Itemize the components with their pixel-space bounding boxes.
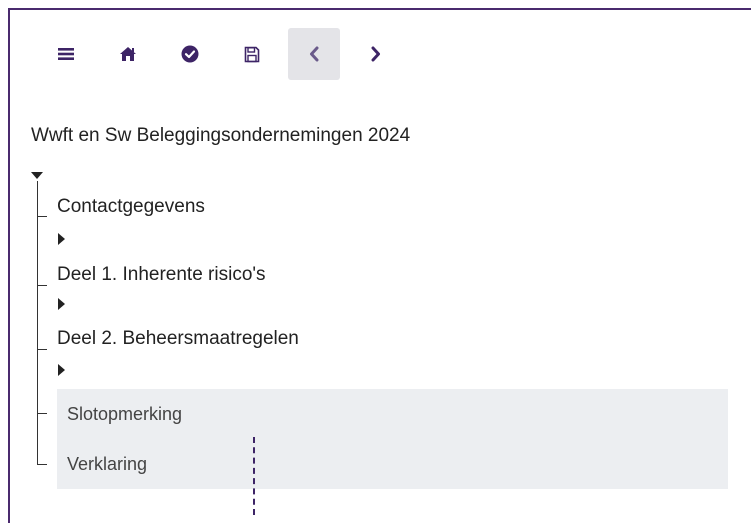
tree-branch <box>37 216 47 217</box>
caret-right-icon[interactable] <box>58 232 66 250</box>
save-button[interactable] <box>226 28 278 80</box>
tree-branch <box>37 349 47 350</box>
menu-button[interactable] <box>40 28 92 80</box>
caret-right-icon[interactable] <box>58 363 66 381</box>
tree-leaf-label: Verklaring <box>67 453 148 474</box>
tree-title[interactable]: Wwft en Sw Beleggingsondernemingen 2024 <box>31 125 410 147</box>
resize-guide <box>253 437 255 515</box>
tree-node-deel-2[interactable]: Deel 2. Beheersmaatregelen <box>57 328 299 350</box>
validate-button[interactable] <box>164 28 216 80</box>
tree-branch <box>37 285 47 286</box>
tree-branch <box>37 413 47 414</box>
tree-leaf-slotopmerking[interactable]: Slotopmerking <box>57 389 728 439</box>
caret-right-icon[interactable] <box>58 297 66 315</box>
previous-button[interactable] <box>288 28 340 80</box>
home-icon <box>119 46 137 62</box>
next-button[interactable] <box>350 28 402 80</box>
chevron-right-icon <box>371 46 381 62</box>
tree-connector <box>37 181 38 465</box>
tree-leaf-label: Slotopmerking <box>67 403 183 424</box>
home-button[interactable] <box>102 28 154 80</box>
tree-node-contactgegevens[interactable]: Contactgegevens <box>57 196 205 218</box>
menu-icon <box>58 47 74 61</box>
save-icon <box>244 46 260 63</box>
tree-leaf-verklaring[interactable]: Verklaring <box>57 439 728 489</box>
chevron-left-icon <box>309 46 319 62</box>
tree-node-deel-1[interactable]: Deel 1. Inherente risico's <box>57 264 266 286</box>
toolbar <box>40 27 412 81</box>
tree-branch <box>37 464 47 465</box>
check-circle-icon <box>181 45 199 63</box>
